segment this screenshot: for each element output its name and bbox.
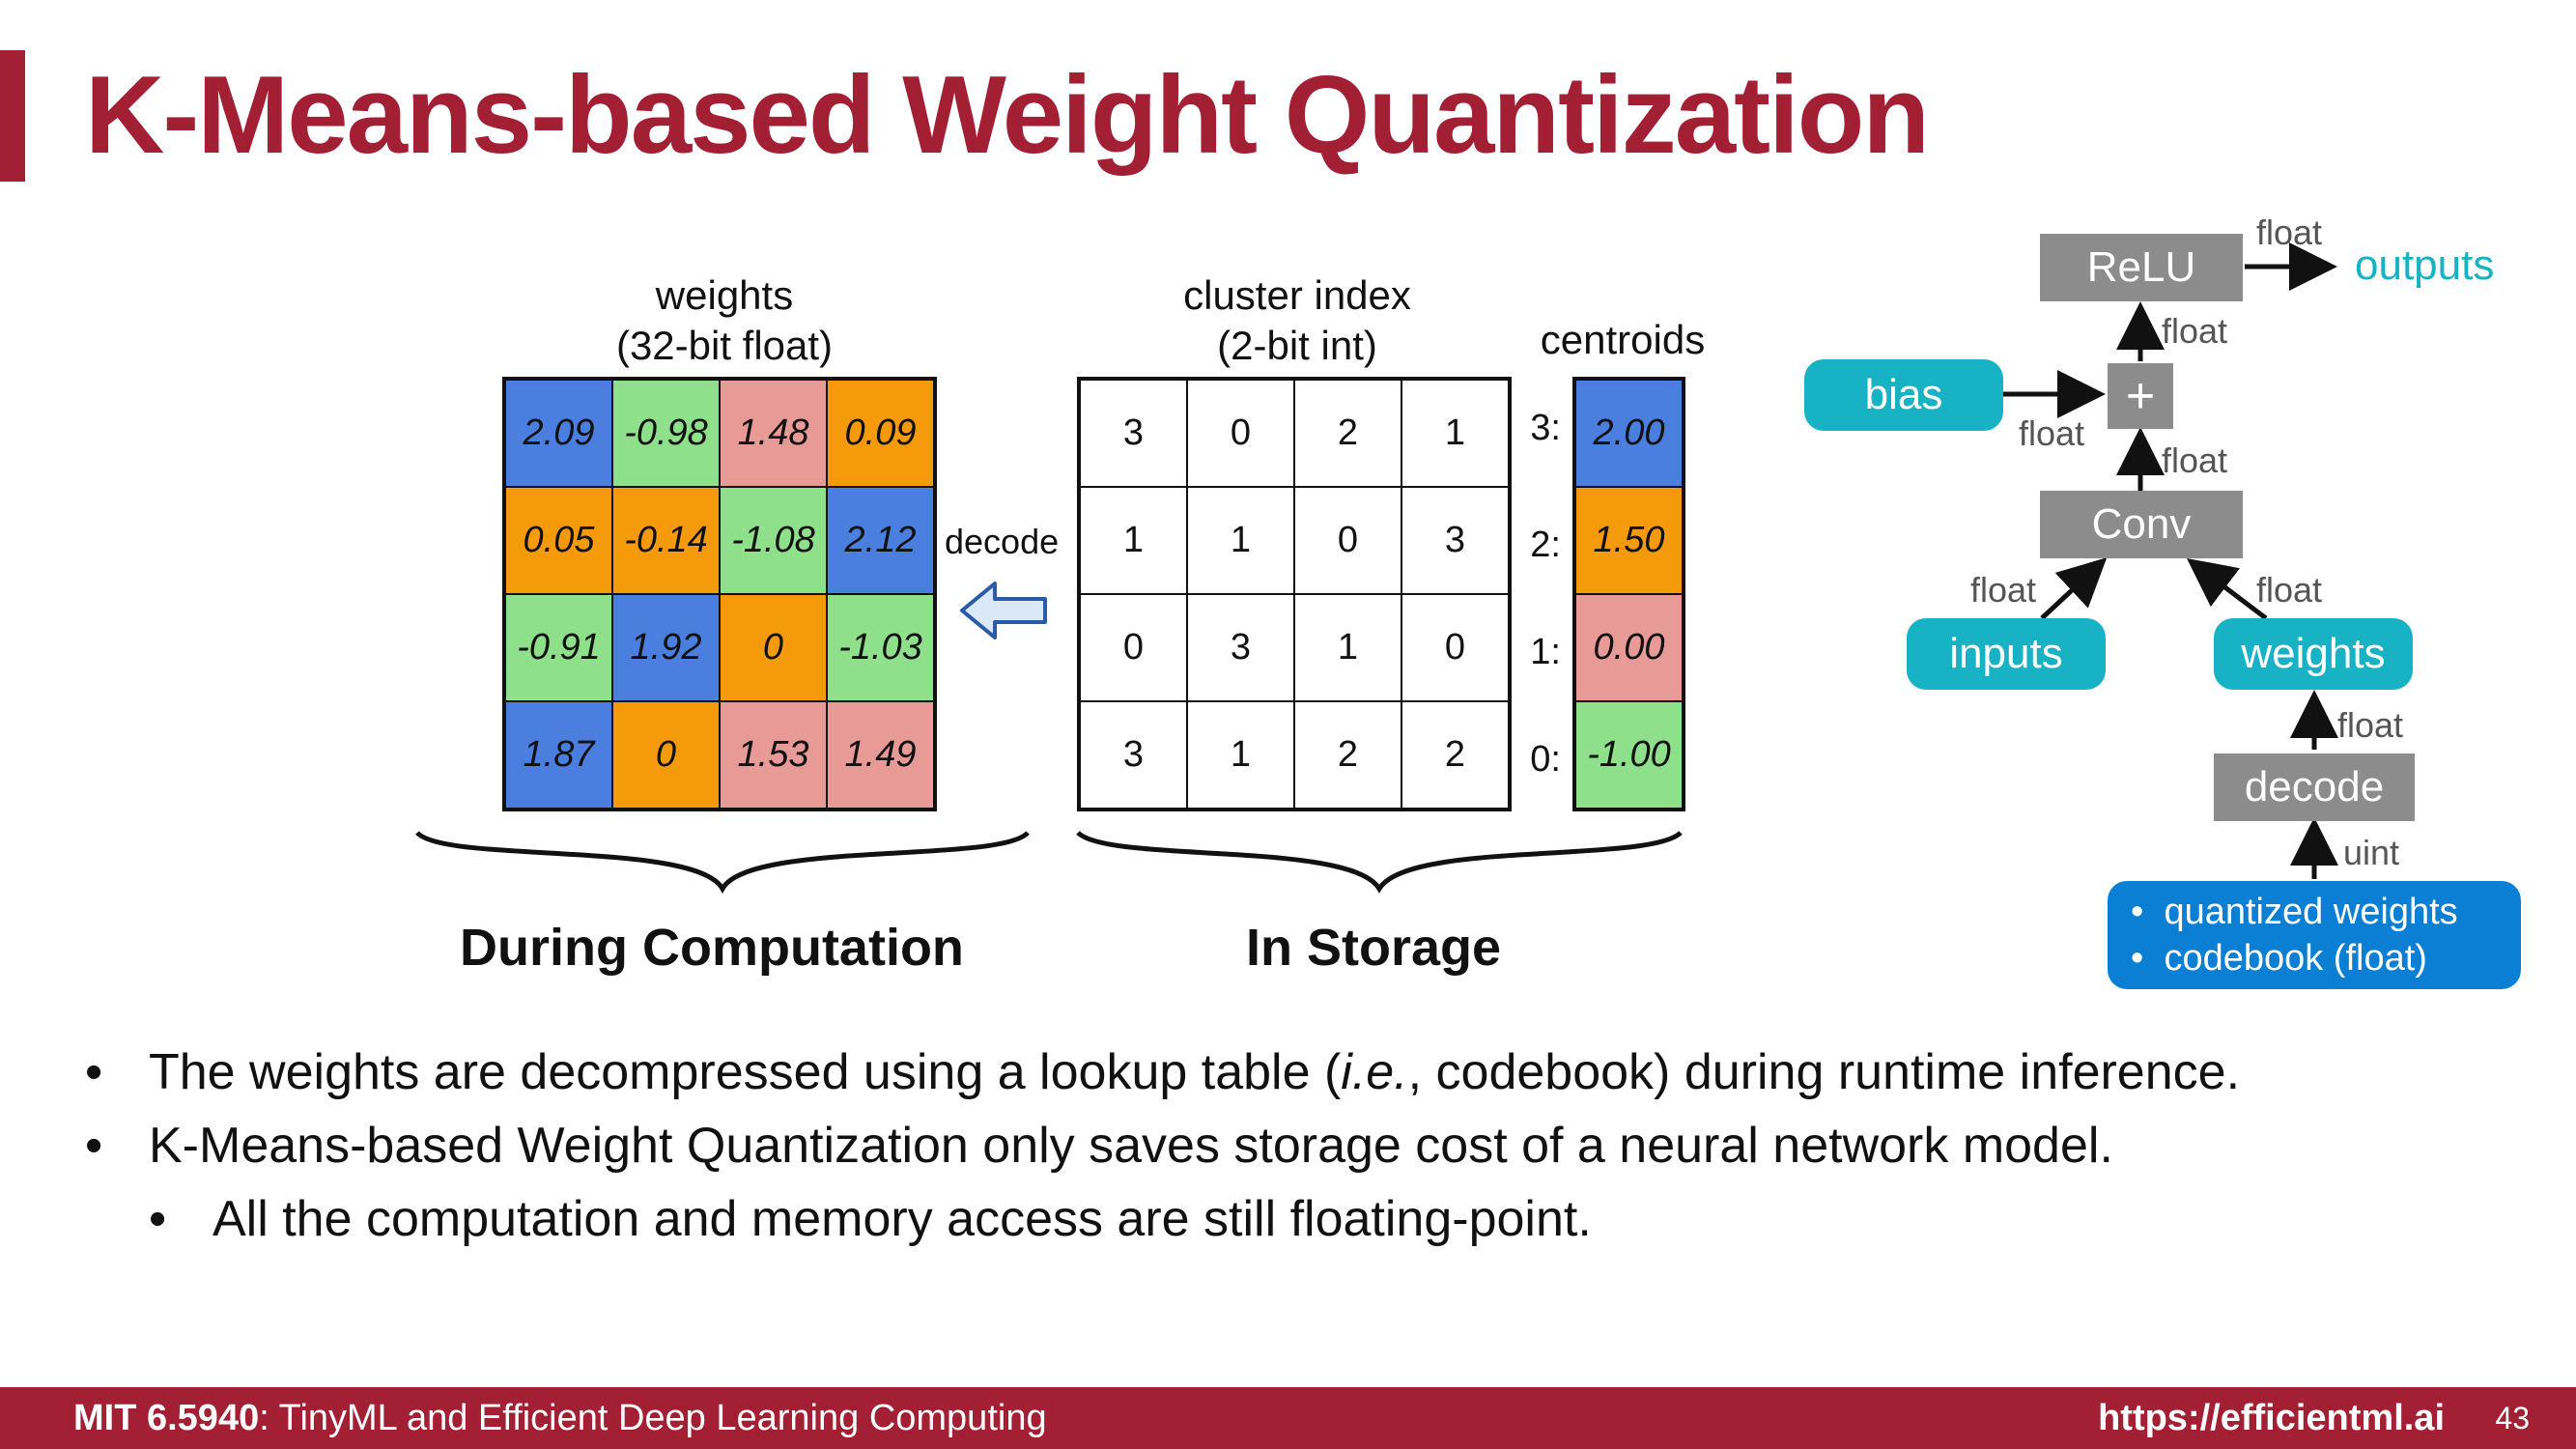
- inputs-node: inputs: [1907, 618, 2106, 690]
- inputs-float-label: float: [1970, 570, 2037, 610]
- weights-node: weights: [2214, 618, 2413, 690]
- bullet-item-3: • All the computation and memory access …: [149, 1191, 1592, 1247]
- plus-output-float-label: float: [2162, 311, 2228, 351]
- footer-course: MIT 6.5940: TinyML and Efficient Deep Le…: [73, 1398, 1047, 1439]
- conv-output-float-label: float: [2162, 440, 2228, 480]
- uint-label: uint: [2343, 833, 2400, 872]
- footer-url-link[interactable]: https://efficientml.ai: [2098, 1398, 2445, 1439]
- footer-course-code: MIT 6.5940: [73, 1398, 260, 1438]
- storage-item-quantized-weights: • quantized weights: [2131, 892, 2458, 932]
- bullet-item-2: • K-Means-based Weight Quantization only…: [85, 1118, 2113, 1174]
- bullet-list: • The weights are decompressed using a l…: [85, 1036, 2240, 1256]
- weights-float-label: float: [2256, 570, 2323, 610]
- page-number: 43: [2495, 1401, 2530, 1435]
- inputs-to-conv-arrow: [2040, 557, 2108, 620]
- storage-item-codebook: • codebook (float): [2131, 938, 2427, 979]
- relu-output-float-label: float: [2256, 213, 2323, 252]
- decode-output-float-label: float: [2337, 705, 2404, 745]
- outputs-label: outputs: [2355, 242, 2495, 289]
- storage-contents-box: • quantized weights • codebook (float): [2108, 881, 2521, 989]
- bias-node: bias: [1804, 359, 2003, 431]
- footer-course-name: : TinyML and Efficient Deep Learning Com…: [259, 1398, 1047, 1438]
- bias-float-label: float: [2019, 413, 2085, 453]
- conv-node: Conv: [2040, 491, 2243, 558]
- graph-decode-node: decode: [2214, 753, 2415, 821]
- add-node: +: [2108, 363, 2173, 429]
- footer-bar: MIT 6.5940: TinyML and Efficient Deep Le…: [0, 1387, 2576, 1449]
- relu-node: ReLU: [2040, 234, 2243, 301]
- weights-to-conv-arrow: [2187, 557, 2268, 620]
- bullet-item-1: • The weights are decompressed using a l…: [85, 1044, 2241, 1100]
